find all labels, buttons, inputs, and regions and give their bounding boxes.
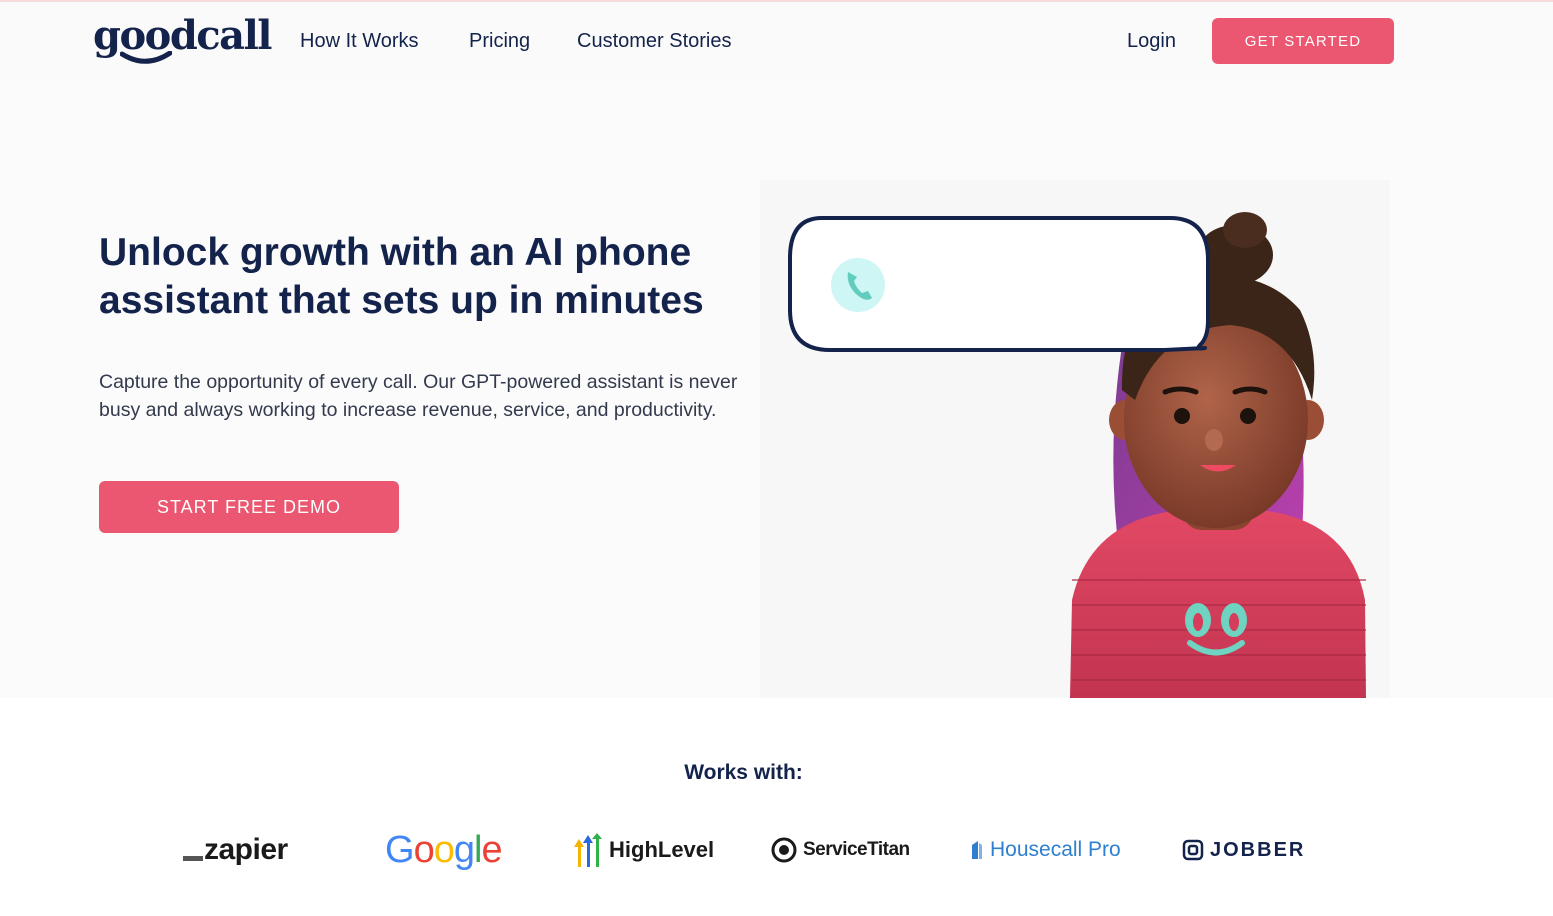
start-free-demo-button[interactable]: START FREE DEMO: [99, 481, 399, 533]
housecall-pro-label: Housecall Pro: [990, 838, 1121, 861]
get-started-button[interactable]: GET STARTED: [1212, 18, 1394, 64]
nav-how-it-works[interactable]: How It Works: [300, 30, 419, 53]
servicetitan-label: ServiceTitan: [803, 839, 910, 860]
logo-smile-icon: [120, 51, 172, 64]
google-logo: Google: [385, 828, 503, 871]
servicetitan-emblem-icon: [771, 837, 797, 863]
servicetitan-logo: ServiceTitan: [771, 820, 910, 880]
login-link[interactable]: Login: [1127, 30, 1176, 53]
site-header: goodcall How It Works Pricing Customer S…: [0, 2, 1553, 80]
highlevel-label: HighLevel: [609, 837, 715, 862]
highlevel-arrows-icon: [574, 833, 602, 867]
ai-assistant-illustration: [760, 180, 1390, 698]
nav-pricing[interactable]: Pricing: [469, 30, 530, 53]
zapier-underscore-icon: [183, 855, 203, 861]
zapier-logo: zapier: [183, 820, 288, 880]
nav-customer-stories[interactable]: Customer Stories: [577, 30, 732, 53]
hero-title: Unlock growth with an AI phone assistant…: [99, 231, 704, 322]
jobber-label: JOBBER: [1210, 838, 1306, 861]
housecall-pro-logo: Housecall Pro: [970, 820, 1121, 880]
zapier-label: zapier: [204, 833, 288, 866]
hero-subtitle: Capture the opportunity of every call. O…: [99, 371, 738, 421]
phone-icon: [831, 258, 885, 312]
partner-logos: zapier Google HighLevel ServiceTitan Hou…: [0, 820, 1553, 880]
housecall-house-icon: [972, 841, 982, 859]
highlevel-logo: HighLevel: [573, 820, 714, 880]
jobber-logo: JOBBER: [1182, 820, 1305, 880]
works-with-title: Works with:: [684, 761, 803, 784]
jobber-mark-icon: [1182, 839, 1204, 861]
